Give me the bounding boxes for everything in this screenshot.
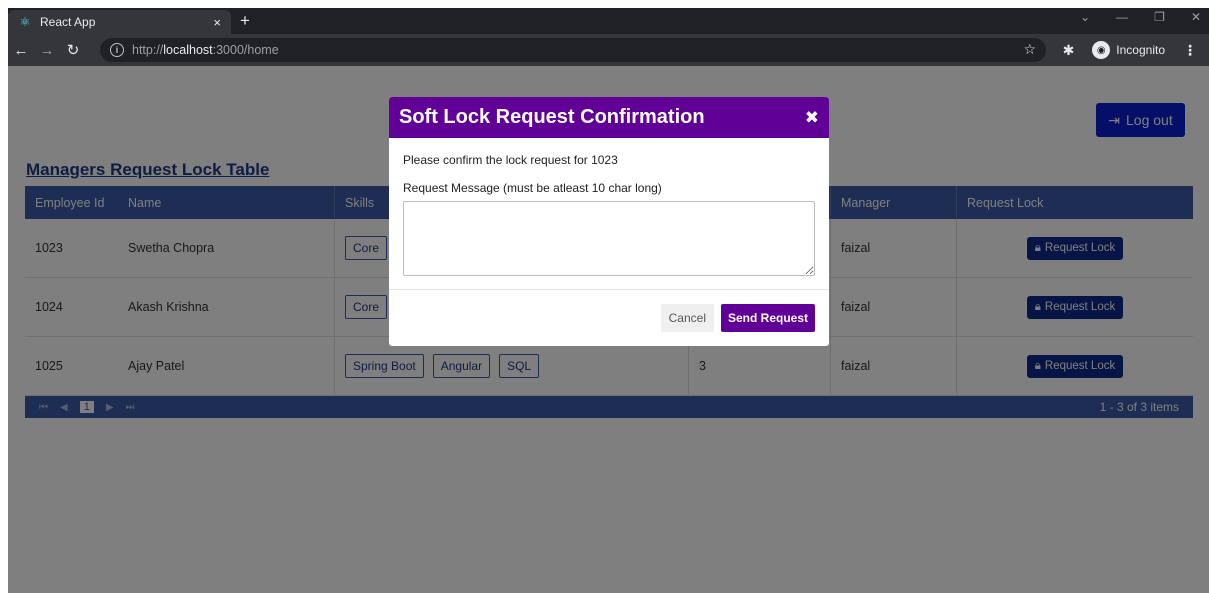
cancel-button[interactable]: Cancel (660, 304, 714, 332)
request-message-label: Request Message (must be atleast 10 char… (403, 181, 662, 195)
request-message-input[interactable] (403, 201, 815, 276)
close-icon[interactable]: ✖ (805, 108, 819, 128)
tab-title: React App (40, 15, 96, 29)
back-icon[interactable]: ← (8, 42, 34, 59)
reload-icon[interactable]: ↻ (60, 41, 86, 59)
info-icon[interactable]: i (110, 43, 124, 57)
modal-body: Please confirm the lock request for 1023… (389, 138, 829, 290)
modal-header: Soft Lock Request Confirmation ✖ (389, 97, 829, 138)
confirm-text: Please confirm the lock request for 1023 (403, 153, 618, 167)
minimize-icon[interactable]: — (1116, 10, 1128, 24)
incognito-icon: ◉ (1092, 41, 1111, 59)
extensions-icon[interactable]: ✱ (1063, 42, 1075, 59)
forward-icon[interactable]: → (34, 42, 60, 59)
new-tab-button[interactable]: + (240, 12, 250, 30)
close-tab-icon[interactable]: × (213, 15, 221, 30)
url-text: http://localhost:3000/home (132, 43, 279, 57)
soft-lock-modal: Soft Lock Request Confirmation ✖ Please … (389, 97, 829, 346)
window-controls: ⌄ — ❐ ✕ (1080, 10, 1201, 24)
tab-bar: ⚛ React App × + ⌄ — ❐ ✕ (8, 8, 1209, 34)
browser-chrome: ⚛ React App × + ⌄ — ❐ ✕ ← → ↻ i http://l… (8, 8, 1209, 66)
close-window-icon[interactable]: ✕ (1191, 10, 1201, 24)
bookmark-star-icon[interactable]: ☆ (1023, 41, 1036, 58)
browser-menu-icon[interactable]: ⋮ (1183, 42, 1197, 59)
chevron-down-icon[interactable]: ⌄ (1080, 10, 1090, 24)
react-icon: ⚛ (19, 15, 31, 29)
incognito-label: Incognito (1116, 43, 1165, 57)
address-bar[interactable]: i http://localhost:3000/home ☆ (100, 38, 1046, 62)
incognito-indicator[interactable]: ◉ Incognito (1084, 39, 1173, 61)
browser-tab[interactable]: ⚛ React App × (8, 10, 231, 34)
send-request-button[interactable]: Send Request (720, 304, 815, 332)
extension-area: ✱ ◉ Incognito ⋮ (1063, 34, 1209, 66)
modal-footer: Cancel Send Request (389, 290, 829, 346)
browser-toolbar: ← → ↻ i http://localhost:3000/home ☆ ✱ ◉… (8, 34, 1209, 66)
modal-title: Soft Lock Request Confirmation (399, 106, 705, 128)
restore-icon[interactable]: ❐ (1154, 10, 1165, 24)
